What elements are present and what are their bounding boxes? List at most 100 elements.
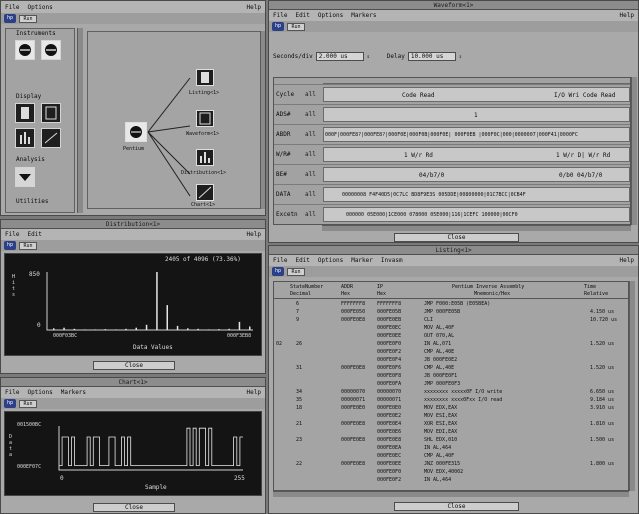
- listing-cell-x: MOV EDX,40002: [424, 469, 464, 475]
- chart-node[interactable]: [196, 184, 214, 201]
- distribution-node[interactable]: [196, 149, 214, 166]
- table-row[interactable]: 000FE0F2 IN AL,464: [274, 477, 628, 483]
- table-row[interactable]: 000FE0EC CMP AL,40F: [274, 453, 628, 459]
- listing-cell-i: 000FE0F2: [377, 477, 402, 483]
- listing-cell-n: 34: [296, 389, 303, 395]
- hp-logo-icon: hp: [4, 399, 16, 408]
- chart-run-button[interactable]: Run: [19, 399, 37, 408]
- table-row[interactable]: 02 26 000FE0F0 IN AL,071 1.520 us: [274, 341, 628, 347]
- run-button[interactable]: Run: [19, 14, 37, 23]
- table-row[interactable]: 000FE0EA IN AL,464: [274, 445, 628, 451]
- table-row[interactable]: 31 000FE0E8 000FE0F6 CMP AL,40E 1.520 us: [274, 365, 628, 371]
- chart-titlebar[interactable]: Chart<1>: [1, 378, 265, 387]
- table-row[interactable]: 34 00000070 00000070 xxxxxxxx xxxxx0F I/O w…: [274, 389, 628, 395]
- section-utilities: Utilities: [16, 198, 49, 205]
- waveform-hscroll[interactable]: [322, 225, 631, 231]
- table-row[interactable]: 000FE0EC MOV AL,40F: [274, 325, 628, 331]
- table-row[interactable]: 6 FFFFFFF8 FFFFFFF8 JMP F000:E05B (E05BEA): [274, 301, 628, 307]
- wf-row-ads: ADS# all 1: [274, 104, 630, 124]
- table-row[interactable]: 23 000FE0E8 000FE0E8 SHL EDX,010 1.500 us: [274, 437, 628, 443]
- table-row[interactable]: 22 000FE0E8 000FE0EE JNZ 000FE315 1.800 us: [274, 461, 628, 467]
- listing-close-button[interactable]: Close: [394, 502, 519, 511]
- table-row[interactable]: 21 000FE0E8 000FE0E4 XOR ESI,EAX 1.810 us: [274, 421, 628, 427]
- distribution-titlebar[interactable]: Distribution<1>: [1, 220, 265, 229]
- list-menu-help[interactable]: Help: [620, 257, 634, 264]
- listing-menubar: File Edit Options Marker Invasm Help: [269, 255, 638, 266]
- table-row[interactable]: 18 000FE0E0 000FE0E0 MOV EDX,EAX 3.910 us: [274, 405, 628, 411]
- list-menu-marker[interactable]: Marker: [351, 257, 373, 264]
- table-row[interactable]: 000FE0EE OUT 070,AL: [274, 333, 628, 339]
- listing-cell-n: 9: [296, 317, 300, 323]
- chart-window: Chart<1> File Options Markers Help hp Ru…: [0, 377, 266, 514]
- distribution-axes: [46, 272, 253, 331]
- table-row[interactable]: 000FE0F0 MOV EDX,40002: [274, 469, 628, 475]
- wf-run-button[interactable]: Run: [287, 22, 305, 31]
- chart-menu-help[interactable]: Help: [247, 389, 261, 396]
- list-menu-file[interactable]: File: [273, 257, 287, 264]
- list-menu-options[interactable]: Options: [318, 257, 343, 264]
- wf-menu-markers[interactable]: Markers: [351, 12, 376, 19]
- waveform-tool-icon[interactable]: [41, 103, 61, 123]
- chart-menu-options[interactable]: Options: [27, 389, 52, 396]
- list-menu-edit[interactable]: Edit: [295, 257, 309, 264]
- listing-cell-i: 000FE05B: [377, 309, 402, 315]
- menu-help[interactable]: Help: [247, 4, 261, 11]
- wf-menu-file[interactable]: File: [273, 12, 287, 19]
- listing-cell-x: xxxxxxxx xxxxx0F I/O write: [424, 389, 503, 395]
- table-row[interactable]: 000FE0FA JMP 000FE0F3: [274, 381, 628, 387]
- chart-menu-file[interactable]: File: [5, 389, 19, 396]
- wf-menu-edit[interactable]: Edit: [295, 12, 309, 19]
- chart-tool-icon[interactable]: [41, 128, 61, 148]
- seconds-spin-icon[interactable]: ⇕: [367, 54, 370, 60]
- listing-hscroll[interactable]: [273, 491, 629, 497]
- seconds-div-field[interactable]: 2.000 us: [315, 52, 364, 61]
- waveform-close-button[interactable]: Close: [394, 233, 519, 242]
- dist-menu-help[interactable]: Help: [247, 231, 261, 238]
- table-row[interactable]: 000FE0F2 CMP AL,40E: [274, 349, 628, 355]
- pentium-node[interactable]: [125, 122, 147, 142]
- distribution-node-label: Distribution<1>: [181, 170, 227, 176]
- chart-menu-markers[interactable]: Markers: [61, 389, 86, 396]
- waveform-titlebar[interactable]: Waveform<1>: [269, 1, 638, 10]
- delay-spin-icon[interactable]: ⇕: [459, 54, 462, 60]
- listing-vscroll[interactable]: [629, 281, 635, 491]
- dist-run-button[interactable]: Run: [19, 241, 37, 250]
- listing-cell-t: 4.150 us: [590, 309, 615, 315]
- chart-node-label: Chart<1>: [191, 202, 216, 208]
- palette-scrollbar[interactable]: [77, 28, 83, 213]
- wf-row-cycle: Cycle all Code Read I/O Wri Code Read: [274, 84, 630, 104]
- delay-field[interactable]: 10.000 us: [407, 52, 456, 61]
- table-row[interactable]: 000FE0E6 MOV EDI,EAX: [274, 429, 628, 435]
- distribution-close-button[interactable]: Close: [93, 361, 175, 370]
- distribution-bar: [145, 324, 148, 330]
- table-row[interactable]: 9 000FE0E8 000FE0EB CLI 10.720 us: [274, 317, 628, 323]
- dist-menu-edit[interactable]: Edit: [27, 231, 41, 238]
- waveform-vscroll[interactable]: [631, 77, 637, 225]
- table-row[interactable]: 000FE0F4 JB 000FE0E2: [274, 357, 628, 363]
- wf-row-abdr: ABDR all 000F|000FE8?|000FE8?|000F0E|000F…: [274, 124, 630, 144]
- list-menu-invasm[interactable]: Invasm: [381, 257, 403, 264]
- listing-node[interactable]: [196, 69, 214, 86]
- listing-titlebar[interactable]: Listing<1>: [269, 246, 638, 255]
- dist-menu-file[interactable]: File: [5, 231, 19, 238]
- analyzer-instrument-icon[interactable]: [41, 40, 61, 60]
- waveform-node[interactable]: [196, 110, 214, 127]
- workspace-scrollbar[interactable]: [260, 31, 265, 209]
- table-row[interactable]: 000FE0F8 JB 000FE0F1: [274, 373, 628, 379]
- waveform-controls: Seconds/div 2.000 us ⇕ Delay 10.000 us ⇕: [273, 52, 462, 61]
- list-run-button[interactable]: Run: [287, 267, 305, 276]
- menu-options[interactable]: Options: [27, 4, 52, 11]
- distribution-plot: 2405 of 4096 (73.36%) 850 0 Hits 000F03B…: [4, 253, 262, 356]
- table-row[interactable]: 7 000FE050 000FE05B JMP 000FE05B 4.150 us: [274, 309, 628, 315]
- listing-tool-icon[interactable]: [15, 103, 35, 123]
- menu-file[interactable]: File: [5, 4, 19, 11]
- listing-cell-n: 18: [296, 405, 303, 411]
- table-row[interactable]: 000FE0E2 MOV ESI,EAX: [274, 413, 628, 419]
- pentium-instrument-icon[interactable]: [15, 40, 35, 60]
- wf-menu-help[interactable]: Help: [620, 12, 634, 19]
- distribution-tool-icon[interactable]: [15, 128, 35, 148]
- table-row[interactable]: 35 00000071 00000071 xxxxxxxx xxxx0Fxx I/O …: [274, 397, 628, 403]
- wf-menu-options[interactable]: Options: [318, 12, 343, 19]
- filter-tool-icon[interactable]: [15, 167, 35, 187]
- chart-close-button[interactable]: Close: [93, 503, 175, 512]
